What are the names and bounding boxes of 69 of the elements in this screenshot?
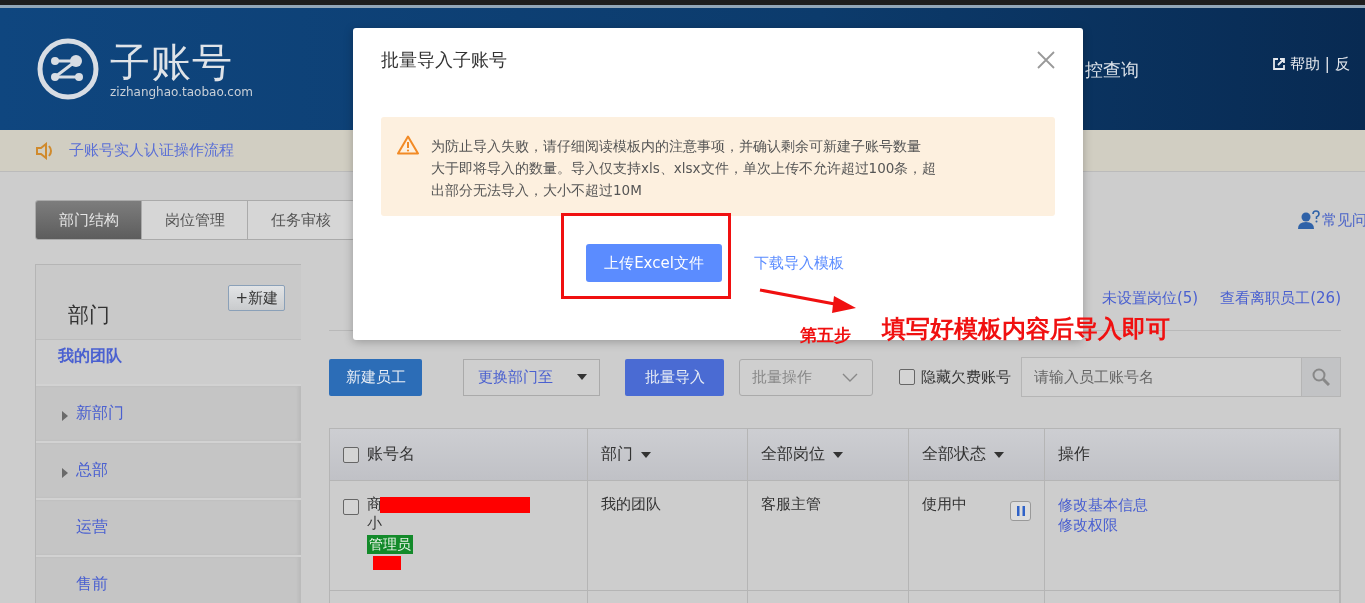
logo-domain: zizhanghao.taobao.com	[110, 85, 253, 99]
department-item[interactable]: 我的团队	[36, 340, 301, 386]
annotation-text: 填写好模板内容后导入即可	[882, 314, 1170, 345]
batch-import-button[interactable]: 批量导入	[625, 358, 724, 396]
tab[interactable]: 部门结构	[36, 201, 142, 239]
checkbox-label: 隐藏欠费账号	[921, 367, 1011, 387]
upload-button[interactable]: 上传Excel文件	[586, 244, 722, 282]
user-help-icon	[1298, 210, 1320, 230]
redaction-mark	[373, 556, 401, 570]
step-label: 第五步	[800, 324, 851, 347]
checkbox[interactable]	[899, 369, 915, 385]
admin-badge: 管理员	[367, 535, 413, 554]
new-department-button[interactable]: +新建	[228, 285, 285, 311]
download-link[interactable]: 下载导入模板	[754, 253, 844, 273]
link[interactable]: 查看离职员工(26)	[1220, 288, 1341, 308]
department-label: 总部	[76, 460, 108, 481]
search-field[interactable]: 请输入员工账号名	[1021, 357, 1301, 397]
action-link[interactable]: 修改基本信息	[1058, 495, 1148, 515]
link[interactable]: 未设置岗位(5)	[1101, 288, 1199, 308]
column-header: 账号名	[367, 444, 415, 465]
logo-title: 子账号	[110, 39, 234, 85]
caret-icon[interactable]	[641, 451, 651, 458]
tab[interactable]: 任务审核	[248, 201, 354, 239]
pause-icon	[1016, 506, 1025, 516]
close-icon[interactable]	[1037, 51, 1055, 69]
warning-text: 为防止导入失败，请仔细阅读模板内的注意事项，并确认剩余可新建子账号数量 大于即将导入的数量。导入仅支持xls、xlsx文件，单次上传不允许超过100条，超 出部分无法导入，大小不超过10M	[431, 137, 937, 200]
expand-arrow-icon[interactable]	[62, 467, 68, 478]
checkbox[interactable]	[343, 446, 359, 463]
pause-button[interactable]	[1010, 501, 1031, 521]
action-link[interactable]: 修改权限	[1058, 515, 1118, 535]
caret-icon[interactable]	[833, 451, 843, 458]
column-header: 全部岗位	[761, 444, 825, 465]
table-cell: 小	[367, 514, 382, 533]
tab[interactable]: 岗位管理	[142, 201, 248, 239]
move-department-dropdown[interactable]: 更换部门至	[463, 358, 600, 396]
table-cell: 客服主管	[761, 495, 821, 513]
nav-link[interactable]: 控查询	[1085, 58, 1272, 82]
expand-arrow-icon[interactable]	[62, 410, 68, 421]
department-label: 运营	[76, 517, 108, 538]
dialog-title: 批量导入子账号	[381, 48, 507, 72]
department-item[interactable]: 新部门	[36, 386, 301, 443]
column-header: 全部状态	[922, 444, 986, 465]
search-button[interactable]	[1301, 357, 1341, 397]
department-item[interactable]: 运营	[36, 500, 301, 557]
department-label: 新部门	[76, 403, 124, 424]
table-cell: 商	[367, 495, 382, 514]
table-cell: 使用中	[922, 495, 967, 514]
chevron-icon	[842, 372, 858, 382]
faq-link[interactable]: 常见问	[1322, 210, 1365, 230]
speaker-icon	[35, 141, 55, 160]
warning-icon	[397, 135, 419, 155]
checkbox[interactable]	[343, 499, 359, 515]
table-cell: 我的团队	[601, 495, 661, 513]
batch-action-select[interactable]: 批量操作	[739, 358, 873, 396]
department-item[interactable]: 总部	[36, 443, 301, 500]
column-header: 部门	[601, 444, 633, 465]
department-item[interactable]: 售前	[36, 557, 301, 603]
search-icon	[1312, 368, 1330, 386]
panel-title: 部门	[68, 302, 110, 329]
logo-icon	[36, 37, 100, 101]
help-link[interactable]: 帮助 | 反	[1290, 54, 1350, 74]
new-employee-button[interactable]: 新建员工	[329, 358, 422, 396]
caret-icon	[577, 374, 587, 380]
notice-link[interactable]: 子账号实人认证操作流程	[69, 141, 234, 160]
department-label: 售前	[76, 574, 108, 595]
column-header: 操作	[1058, 444, 1090, 465]
caret-icon[interactable]	[994, 451, 1004, 458]
external-link-icon	[1272, 57, 1286, 71]
department-label: 我的团队	[58, 346, 122, 367]
